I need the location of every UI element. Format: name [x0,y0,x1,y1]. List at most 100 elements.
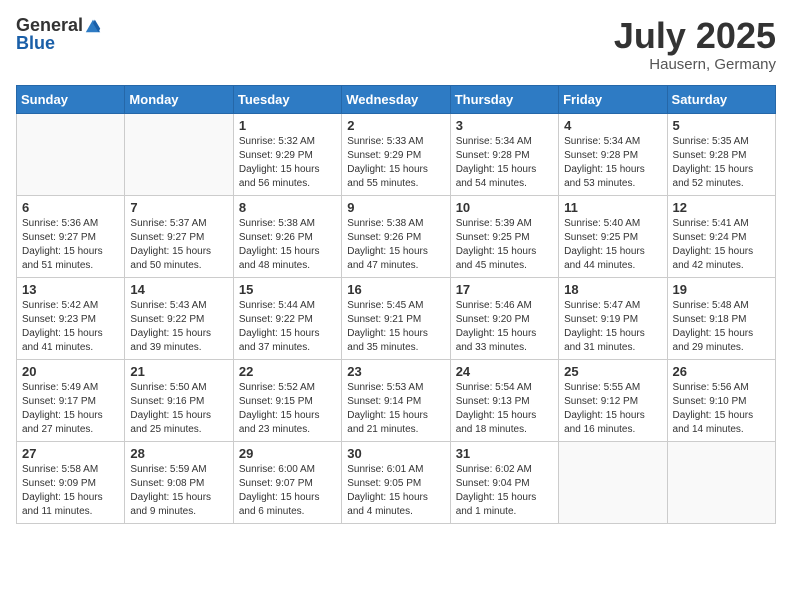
cell-detail: Sunrise: 5:54 AMSunset: 9:13 PMDaylight:… [456,381,553,437]
page-header: General Blue July 2025 Hausern, Germany [16,16,776,73]
cell-detail: Sunrise: 5:48 AMSunset: 9:18 PMDaylight:… [673,299,770,355]
calendar-cell: 31 Sunrise: 6:02 AMSunset: 9:04 PMDayligh… [450,441,558,523]
calendar-cell: 17 Sunrise: 5:46 AMSunset: 9:20 PMDayligh… [450,277,558,359]
cell-detail: Sunrise: 5:47 AMSunset: 9:19 PMDaylight:… [564,299,661,355]
cell-detail: Sunrise: 5:32 AMSunset: 9:29 PMDaylight:… [239,135,336,191]
calendar-week-row: 13 Sunrise: 5:42 AMSunset: 9:23 PMDayligh… [17,277,776,359]
calendar-cell: 8Sunrise: 5:38 AMSunset: 9:26 PMDaylight… [233,195,341,277]
day-number: 13 [22,282,119,297]
calendar-cell: 26 Sunrise: 5:56 AMSunset: 9:10 PMDayligh… [667,359,775,441]
weekday-header-saturday: Saturday [667,85,775,113]
cell-detail: Sunrise: 5:38 AMSunset: 9:26 PMDaylight:… [347,217,444,273]
day-number: 3 [456,118,553,133]
day-number: 9 [347,200,444,215]
calendar-cell: 18 Sunrise: 5:47 AMSunset: 9:19 PMDayligh… [559,277,667,359]
cell-detail: Sunrise: 5:55 AMSunset: 9:12 PMDaylight:… [564,381,661,437]
calendar-week-row: 6 Sunrise: 5:36 AMSunset: 9:27 PMDaylight… [17,195,776,277]
calendar-cell: 25 Sunrise: 5:55 AMSunset: 9:12 PMDayligh… [559,359,667,441]
day-number: 2 [347,118,444,133]
cell-detail: Sunrise: 5:45 AMSunset: 9:21 PMDaylight:… [347,299,444,355]
cell-detail: Sunrise: 5:43 AMSunset: 9:22 PMDaylight:… [130,299,227,355]
day-number: 31 [456,446,553,461]
calendar-cell: 24 Sunrise: 5:54 AMSunset: 9:13 PMDayligh… [450,359,558,441]
day-number: 1 [239,118,336,133]
title-block: July 2025 Hausern, Germany [614,16,776,73]
calendar-week-row: 20Sunrise: 5:49 AMSunset: 9:17 PMDayligh… [17,359,776,441]
day-number: 12 [673,200,770,215]
calendar-cell [17,113,125,195]
calendar-cell: 12 Sunrise: 5:41 AMSunset: 9:24 PMDayligh… [667,195,775,277]
location-title: Hausern, Germany [614,56,776,73]
cell-detail: Sunrise: 5:56 AMSunset: 9:10 PMDaylight:… [673,381,770,437]
logo-icon [84,16,102,34]
cell-detail: Sunrise: 5:46 AMSunset: 9:20 PMDaylight:… [456,299,553,355]
calendar-cell: 30Sunrise: 6:01 AMSunset: 9:05 PMDayligh… [342,441,450,523]
cell-detail: Sunrise: 5:39 AMSunset: 9:25 PMDaylight:… [456,217,553,273]
day-number: 19 [673,282,770,297]
calendar-cell [559,441,667,523]
day-number: 26 [673,364,770,379]
weekday-header-sunday: Sunday [17,85,125,113]
weekday-header-thursday: Thursday [450,85,558,113]
day-number: 27 [22,446,119,461]
calendar-cell: 3 Sunrise: 5:34 AMSunset: 9:28 PMDaylight… [450,113,558,195]
cell-detail: Sunrise: 5:42 AMSunset: 9:23 PMDaylight:… [22,299,119,355]
calendar-cell: 19 Sunrise: 5:48 AMSunset: 9:18 PMDayligh… [667,277,775,359]
calendar-week-row: 1 Sunrise: 5:32 AMSunset: 9:29 PMDaylight… [17,113,776,195]
cell-detail: Sunrise: 5:53 AMSunset: 9:14 PMDaylight:… [347,381,444,437]
weekday-header-tuesday: Tuesday [233,85,341,113]
cell-detail: Sunrise: 5:34 AMSunset: 9:28 PMDaylight:… [564,135,661,191]
cell-detail: Sunrise: 5:58 AMSunset: 9:09 PMDaylight:… [22,463,119,519]
calendar-cell: 6 Sunrise: 5:36 AMSunset: 9:27 PMDaylight… [17,195,125,277]
calendar-cell: 16Sunrise: 5:45 AMSunset: 9:21 PMDayligh… [342,277,450,359]
cell-detail: Sunrise: 5:33 AMSunset: 9:29 PMDaylight:… [347,135,444,191]
day-number: 10 [456,200,553,215]
cell-detail: Sunrise: 5:59 AMSunset: 9:08 PMDaylight:… [130,463,227,519]
calendar-cell: 9 Sunrise: 5:38 AMSunset: 9:26 PMDaylight… [342,195,450,277]
day-number: 11 [564,200,661,215]
calendar-cell: 2 Sunrise: 5:33 AMSunset: 9:29 PMDaylight… [342,113,450,195]
day-number: 6 [22,200,119,215]
cell-detail: Sunrise: 5:44 AMSunset: 9:22 PMDaylight:… [239,299,336,355]
day-number: 29 [239,446,336,461]
day-number: 17 [456,282,553,297]
calendar-cell: 10 Sunrise: 5:39 AMSunset: 9:25 PMDayligh… [450,195,558,277]
logo: General Blue [16,16,102,52]
calendar-cell: 22Sunrise: 5:52 AMSunset: 9:15 PMDayligh… [233,359,341,441]
weekday-header-friday: Friday [559,85,667,113]
day-number: 23 [347,364,444,379]
day-number: 22 [239,364,336,379]
weekday-header-wednesday: Wednesday [342,85,450,113]
calendar-cell: 27 Sunrise: 5:58 AMSunset: 9:09 PMDayligh… [17,441,125,523]
day-number: 28 [130,446,227,461]
calendar-cell: 20Sunrise: 5:49 AMSunset: 9:17 PMDayligh… [17,359,125,441]
day-number: 14 [130,282,227,297]
calendar-cell: 1 Sunrise: 5:32 AMSunset: 9:29 PMDaylight… [233,113,341,195]
day-number: 21 [130,364,227,379]
cell-detail: Sunrise: 5:41 AMSunset: 9:24 PMDaylight:… [673,217,770,273]
cell-detail: Sunrise: 5:36 AMSunset: 9:27 PMDaylight:… [22,217,119,273]
day-number: 24 [456,364,553,379]
cell-detail: Sunrise: 5:34 AMSunset: 9:28 PMDaylight:… [456,135,553,191]
weekday-header-monday: Monday [125,85,233,113]
cell-detail: Sunrise: 5:50 AMSunset: 9:16 PMDaylight:… [130,381,227,437]
day-number: 25 [564,364,661,379]
cell-detail: Sunrise: 6:01 AMSunset: 9:05 PMDaylight:… [347,463,444,519]
calendar-week-row: 27 Sunrise: 5:58 AMSunset: 9:09 PMDayligh… [17,441,776,523]
calendar-cell: 29 Sunrise: 6:00 AMSunset: 9:07 PMDayligh… [233,441,341,523]
calendar-table: SundayMondayTuesdayWednesdayThursdayFrid… [16,85,776,524]
month-title: July 2025 [614,16,776,56]
calendar-cell: 14 Sunrise: 5:43 AMSunset: 9:22 PMDayligh… [125,277,233,359]
day-number: 18 [564,282,661,297]
cell-detail: Sunrise: 6:00 AMSunset: 9:07 PMDaylight:… [239,463,336,519]
cell-detail: Sunrise: 5:38 AMSunset: 9:26 PMDaylight:… [239,217,336,273]
day-number: 4 [564,118,661,133]
day-number: 7 [130,200,227,215]
day-number: 5 [673,118,770,133]
calendar-cell: 5Sunrise: 5:35 AMSunset: 9:28 PMDaylight… [667,113,775,195]
weekday-header-row: SundayMondayTuesdayWednesdayThursdayFrid… [17,85,776,113]
cell-detail: Sunrise: 5:40 AMSunset: 9:25 PMDaylight:… [564,217,661,273]
cell-detail: Sunrise: 6:02 AMSunset: 9:04 PMDaylight:… [456,463,553,519]
calendar-cell: 21 Sunrise: 5:50 AMSunset: 9:16 PMDayligh… [125,359,233,441]
logo-text-general: General [16,16,83,34]
